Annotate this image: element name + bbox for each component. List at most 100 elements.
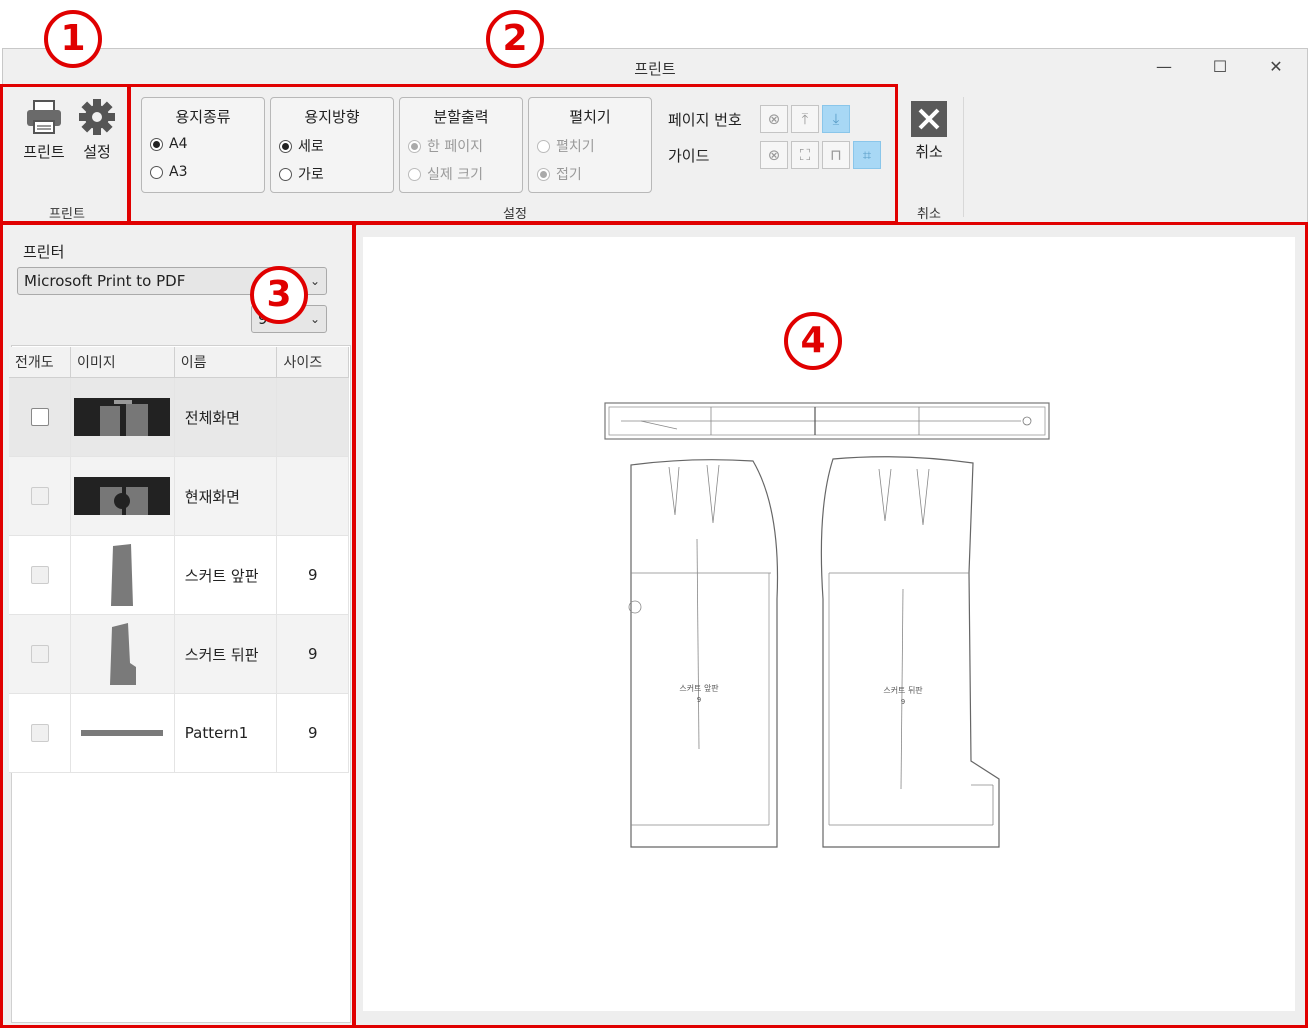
crop-marks-icon: ⌗ [862,146,872,164]
pattern-table: 전개도 이미지 이름 사이즈 전체화면 현재화면 스커트 앞판 9 스커트 뒤판… [9,347,349,773]
radio-indicator [150,165,163,179]
thumbnail-cell [70,456,175,536]
radio-a3[interactable]: A3 [150,164,187,180]
chevron-down-icon: ⌄ [309,312,320,326]
thumbnail-cell [70,377,175,457]
radio-indicator [537,139,550,153]
row-checkbox[interactable] [30,408,49,426]
ribbon-separator [963,97,964,217]
front-panel-label: 스커트 앞판 [679,683,719,693]
radio-fold[interactable]: 접기 [537,164,582,184]
page-number-top-button[interactable]: ⤒ [791,105,819,133]
cancel-group-label: 취소 [917,207,941,222]
table-row[interactable]: 스커트 뒤판 9 [9,614,349,694]
table-header: 전개도 이미지 이름 사이즈 [9,347,349,378]
checkbox-cell [9,456,71,536]
row-size: 9 [276,535,349,615]
split-output-group: 분할출력 한 페이지 실제 크기 [399,97,523,193]
callout-3: 3 [250,266,308,324]
skirt-front-thumbnail [111,544,134,606]
callout-1: 1 [44,10,102,68]
align-bottom-icon: ⤓ [832,110,840,128]
page-number-off-button[interactable]: ⊗ [760,105,788,133]
printer-icon [27,100,61,134]
radio-one-page[interactable]: 한 페이지 [408,136,483,156]
skirt-back-thumbnail [110,623,137,685]
ribbon: 프린트 설정 프린트 용지종류 A4 A3 용지방향 세로 가로 분할출력 한 … [3,85,1307,226]
paper-type-title: 용지종류 [175,108,231,126]
radio-portrait[interactable]: 세로 [279,136,324,156]
settings-button-label: 설정 [83,143,111,161]
radio-a4[interactable]: A4 [150,136,187,152]
table-row[interactable]: 현재화면 [9,456,349,536]
column-header[interactable]: 사이즈 [276,347,349,378]
radio-actual-size[interactable]: 실제 크기 [408,164,483,184]
guide-corner-button[interactable]: ⛶ [791,141,819,169]
front-size-mark: 9 [697,696,701,704]
page-number-bottom-button[interactable]: ⤓ [822,105,850,133]
radio-label: 가로 [298,167,324,183]
callout-2: 2 [486,10,544,68]
chevron-down-icon: ⌄ [309,274,320,288]
row-size: 9 [276,693,349,773]
edge-line-icon: ⊓ [830,146,842,164]
row-checkbox[interactable] [30,645,49,663]
checkbox-cell [9,614,71,694]
unfold-title: 펼치기 [569,108,611,126]
thumbnail-cell [70,535,175,615]
guide-edge-button[interactable]: ⊓ [822,141,850,169]
guide-off-button[interactable]: ⊗ [760,141,788,169]
radio-label: 접기 [556,167,582,183]
checkbox-cell [9,377,71,457]
table-row[interactable]: Pattern1 9 [9,693,349,773]
callout-4: 4 [784,312,842,370]
radio-label: A3 [169,164,188,180]
back-size-mark: 9 [901,698,905,706]
radio-label: 펼치기 [556,139,595,155]
settings-button[interactable]: 설정 [75,97,119,162]
pattern-preview-drawing: 스커트 앞판 9 스커트 뒤판 9 [604,402,1050,848]
row-name: 스커트 뒤판 [174,614,278,694]
radio-label: 실제 크기 [427,167,483,183]
radio-label: A4 [169,136,188,152]
page-number-label: 페이지 번호 [668,111,742,129]
row-size [276,377,349,457]
row-checkbox[interactable] [30,566,49,584]
radio-indicator [279,139,292,153]
radio-indicator [408,139,421,153]
table-row[interactable]: 전체화면 [9,377,349,457]
radio-indicator [150,137,163,151]
paper-type-group: 용지종류 A4 A3 [141,97,265,193]
orientation-group: 용지방향 세로 가로 [270,97,394,193]
radio-indicator [279,167,292,181]
radio-landscape[interactable]: 가로 [279,164,324,184]
radio-indicator [408,167,421,181]
guide-label: 가이드 [668,147,710,165]
row-checkbox[interactable] [30,724,49,742]
cancel-button-label: 취소 [915,143,943,161]
split-output-title: 분할출력 [433,108,489,126]
guide-crop-button[interactable]: ⌗ [853,141,881,169]
radio-label: 한 페이지 [427,139,483,155]
title-bar: 프린트 — ☐ ✕ [3,49,1307,85]
row-name: 현재화면 [174,456,278,536]
print-button-label: 프린트 [23,143,65,161]
maximize-button[interactable]: ☐ [1205,55,1235,79]
column-header[interactable]: 이름 [174,347,278,378]
column-header[interactable]: 이미지 [70,347,175,378]
back-panel-label: 스커트 뒤판 [883,686,923,695]
row-checkbox[interactable] [30,487,49,505]
cancel-button[interactable]: 취소 [907,101,951,162]
print-group-label: 프린트 [49,207,85,222]
close-button[interactable]: ✕ [1261,55,1291,79]
print-button[interactable]: 프린트 [19,97,69,162]
table-row[interactable]: 스커트 앞판 9 [9,535,349,615]
radio-unfold[interactable]: 펼치기 [537,136,595,156]
row-name: Pattern1 [174,693,278,773]
full-screen-thumbnail [74,398,171,436]
minimize-button[interactable]: — [1149,55,1179,79]
window-title: 프린트 [634,60,676,78]
column-header[interactable]: 전개도 [9,347,71,378]
radio-label: 세로 [298,139,324,155]
thumbnail-cell [70,614,175,694]
